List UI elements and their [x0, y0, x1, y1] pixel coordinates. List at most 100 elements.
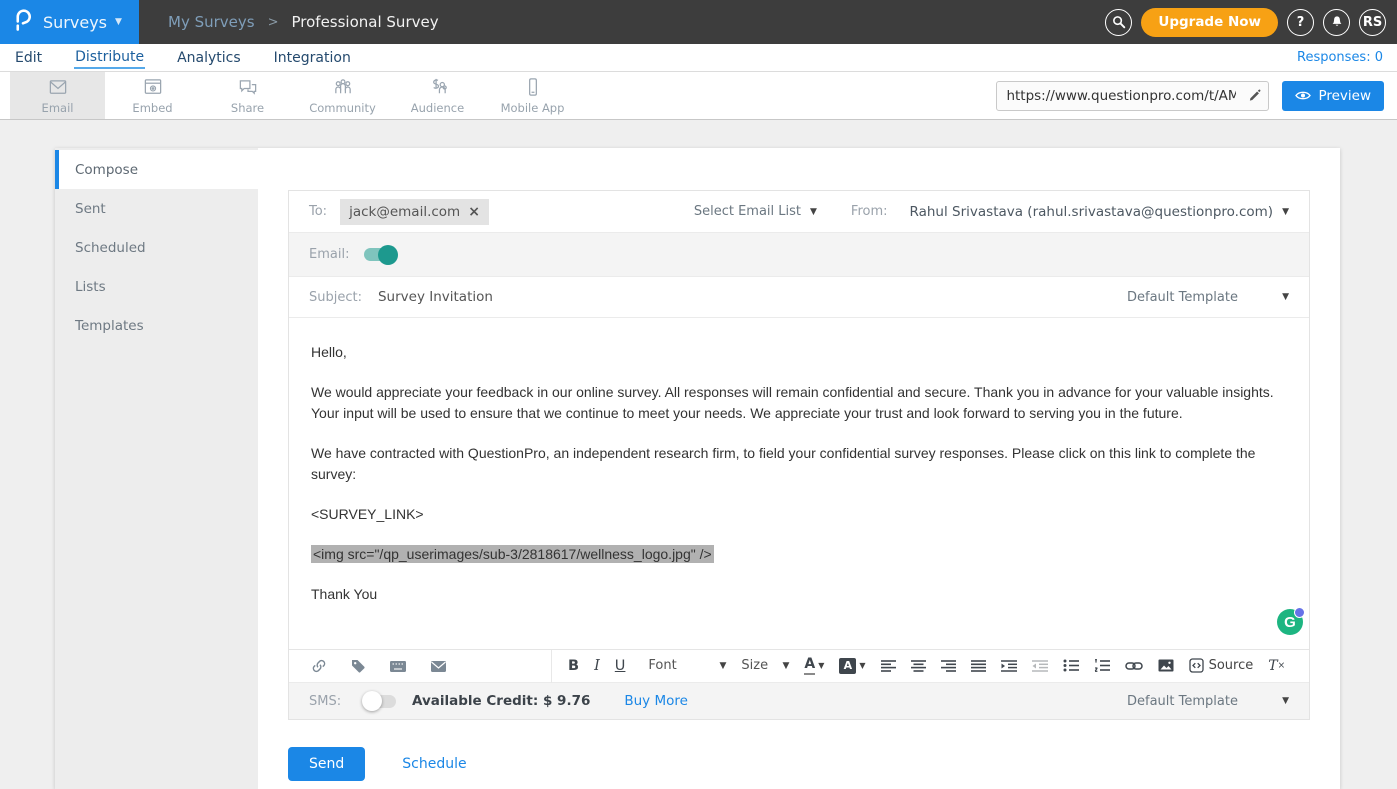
channel-tab-mobile-app[interactable]: Mobile App — [485, 72, 580, 119]
sidebar-item-scheduled[interactable]: Scheduled — [55, 228, 258, 267]
template-label: Default Template — [1127, 694, 1238, 709]
available-credit: Available Credit: $ 9.76 — [412, 693, 590, 709]
tab-integration[interactable]: Integration — [273, 48, 352, 68]
font-size-dropdown[interactable]: Size ▼ — [741, 658, 789, 673]
source-button[interactable]: Source — [1189, 658, 1254, 673]
editor-toolbar-main: B I U Font ▼ Size ▼ A ▼ — [568, 657, 1285, 674]
share-bubbles-icon — [235, 77, 261, 98]
edit-url-button[interactable] — [1240, 89, 1268, 102]
template-label: Default Template — [1127, 290, 1238, 305]
buy-more-link[interactable]: Buy More — [624, 693, 688, 709]
remove-recipient-icon[interactable]: × — [468, 205, 480, 219]
font-label: Font — [648, 658, 676, 673]
sidebar-item-lists[interactable]: Lists — [55, 267, 258, 306]
from-label: From: — [851, 204, 888, 219]
background-color-button[interactable]: A ▼ — [839, 658, 865, 674]
tab-edit[interactable]: Edit — [14, 48, 43, 68]
sms-toggle-label: SMS: — [309, 694, 364, 709]
select-email-list-dropdown[interactable]: Select Email List ▼ — [694, 204, 817, 219]
sidebar-item-label: Sent — [75, 201, 106, 217]
notifications-button[interactable] — [1323, 9, 1350, 36]
sms-template-dropdown[interactable]: Default Template ▼ — [1127, 694, 1289, 709]
outdent-button[interactable] — [1032, 660, 1048, 672]
sidebar-item-label: Lists — [75, 279, 106, 295]
preview-button[interactable]: Preview — [1282, 81, 1384, 111]
bold-button[interactable]: B — [568, 658, 579, 674]
grammarly-button[interactable]: G — [1277, 609, 1303, 635]
from-sender-dropdown[interactable]: Rahul Srivastava (rahul.srivastava@quest… — [910, 204, 1289, 220]
email-template-dropdown[interactable]: Default Template ▼ — [1127, 290, 1289, 305]
insert-keyboard-button[interactable] — [389, 660, 407, 673]
toggle-knob — [362, 691, 382, 711]
font-family-dropdown[interactable]: Font ▼ — [648, 658, 726, 673]
envelope-icon — [430, 660, 447, 673]
sms-toggle[interactable] — [364, 695, 396, 708]
align-right-button[interactable] — [941, 660, 956, 672]
to-row-right: Select Email List ▼ From: Rahul Srivasta… — [694, 204, 1289, 220]
editor-toolbar: B I U Font ▼ Size ▼ A ▼ — [289, 649, 1309, 682]
question-mark-icon: ? — [1297, 15, 1305, 30]
to-row: To: jack@email.com × Select Email List ▼… — [289, 191, 1309, 233]
email-toggle[interactable] — [364, 248, 396, 261]
preview-label: Preview — [1318, 88, 1371, 104]
chain-link-icon — [1125, 661, 1143, 671]
recipient-chip[interactable]: jack@email.com × — [340, 199, 489, 225]
tab-analytics[interactable]: Analytics — [176, 48, 242, 68]
breadcrumb: My Surveys > Professional Survey — [168, 13, 439, 31]
channel-tab-label: Embed — [132, 101, 172, 115]
email-envelope-icon — [45, 77, 71, 98]
email-distribution-card: Compose Sent Scheduled Lists Templates T… — [55, 148, 1340, 789]
editor-toolbar-left — [311, 658, 551, 674]
align-left-button[interactable] — [881, 660, 896, 672]
to-label: To: — [309, 204, 327, 219]
underline-button[interactable]: U — [615, 658, 626, 674]
email-sidebar: Compose Sent Scheduled Lists Templates — [55, 148, 258, 789]
justify-button[interactable] — [971, 660, 986, 672]
channel-tab-audience[interactable]: Audience — [390, 72, 485, 119]
upgrade-now-button[interactable]: Upgrade Now — [1141, 8, 1278, 37]
embed-window-icon — [140, 77, 166, 98]
insert-survey-link-button[interactable] — [311, 658, 327, 674]
sidebar-item-sent[interactable]: Sent — [55, 189, 258, 228]
chevron-down-icon: ▼ — [1282, 696, 1289, 706]
recipient-email: jack@email.com — [349, 204, 460, 220]
tab-distribute[interactable]: Distribute — [74, 47, 145, 69]
align-left-icon — [881, 660, 896, 672]
insert-link-button[interactable] — [1125, 661, 1143, 671]
indent-button[interactable] — [1001, 660, 1017, 672]
search-button[interactable] — [1105, 9, 1132, 36]
text-color-a-icon: A — [804, 657, 815, 674]
insert-tag-button[interactable] — [350, 658, 366, 674]
insert-email-footer-button[interactable] — [430, 660, 447, 673]
outdent-icon — [1032, 660, 1048, 672]
product-switcher[interactable]: Surveys ▼ — [0, 0, 139, 44]
channel-tab-share[interactable]: Share — [200, 72, 295, 119]
bulleted-list-button[interactable] — [1063, 659, 1079, 672]
breadcrumb-my-surveys[interactable]: My Surveys — [168, 13, 255, 31]
survey-url-input[interactable] — [997, 88, 1240, 104]
sidebar-item-label: Templates — [75, 318, 144, 334]
subject-row: Subject: Survey Invitation Default Templ… — [289, 277, 1309, 318]
sidebar-item-templates[interactable]: Templates — [55, 306, 258, 345]
align-center-button[interactable] — [911, 660, 926, 672]
channel-tab-label: Audience — [411, 101, 464, 115]
responses-count[interactable]: Responses: 0 — [1297, 50, 1383, 65]
sidebar-item-compose[interactable]: Compose — [55, 150, 258, 189]
send-button[interactable]: Send — [288, 747, 365, 781]
italic-button[interactable]: I — [594, 658, 600, 674]
compose-form: To: jack@email.com × Select Email List ▼… — [288, 190, 1310, 720]
avatar[interactable]: RS — [1359, 9, 1386, 36]
subject-value[interactable]: Survey Invitation — [378, 289, 493, 305]
body-survey-link-placeholder: <SURVEY_LINK> — [311, 504, 1287, 525]
help-button[interactable]: ? — [1287, 9, 1314, 36]
channel-tab-community[interactable]: Community — [295, 72, 390, 119]
keyboard-icon — [389, 660, 407, 673]
insert-image-button[interactable] — [1158, 659, 1174, 672]
channel-tab-embed[interactable]: Embed — [105, 72, 200, 119]
schedule-link[interactable]: Schedule — [402, 756, 466, 772]
remove-format-button[interactable]: T× — [1268, 658, 1285, 674]
text-color-button[interactable]: A ▼ — [804, 657, 824, 674]
channel-tab-email[interactable]: Email — [10, 72, 105, 119]
email-body-editor[interactable]: Hello, We would appreciate your feedback… — [289, 318, 1309, 649]
numbered-list-button[interactable] — [1094, 659, 1110, 672]
